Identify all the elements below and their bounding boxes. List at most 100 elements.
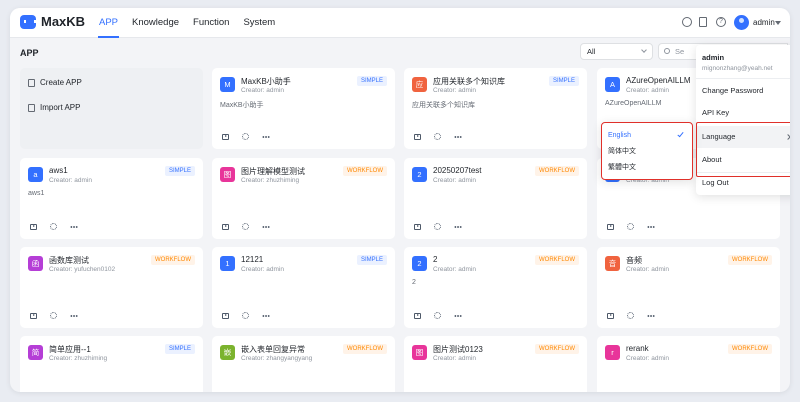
play-icon[interactable] <box>30 223 37 230</box>
app-card[interactable]: 嵌嵌入表单回复异常 Creator: zhangyangyang WORKFLOW <box>212 336 395 392</box>
nav-tab-system[interactable]: System <box>236 8 282 38</box>
more-icon[interactable] <box>454 314 462 317</box>
app-creator: Creator: zhuzhiming <box>241 177 300 184</box>
more-icon[interactable] <box>262 314 270 317</box>
about-item[interactable]: About <box>696 149 790 171</box>
settings-icon[interactable] <box>50 223 57 230</box>
language-option-english[interactable]: English <box>602 128 691 143</box>
app-creator: Creator: admin <box>433 87 476 94</box>
app-card[interactable]: r rerank Creator: admin WORKFLOW <box>597 336 780 392</box>
chevron-right-icon <box>785 134 790 140</box>
app-type-badge: WORKFLOW <box>343 166 387 176</box>
dropdown-user-name: admin <box>702 53 725 62</box>
help-icon[interactable]: ? <box>716 17 726 27</box>
app-card[interactable]: 音音频 Creator: admin WORKFLOW <box>597 247 780 328</box>
app-creator: Creator: admin <box>433 355 476 362</box>
settings-icon[interactable] <box>242 223 249 230</box>
language-submenu: English 简体中文 繁體中文 <box>601 122 693 180</box>
create-app-button[interactable]: Create APP <box>28 78 82 87</box>
logout-item[interactable]: Log Out <box>696 172 790 194</box>
app-type-badge: WORKFLOW <box>728 344 772 354</box>
more-icon[interactable] <box>70 314 78 317</box>
app-type-filter[interactable]: All <box>580 43 653 60</box>
app-actions <box>30 312 78 319</box>
settings-icon[interactable] <box>434 133 441 140</box>
play-icon[interactable] <box>222 223 229 230</box>
app-card[interactable]: 图图片理解模型测试 Creator: zhuzhiming WORKFLOW <box>212 158 395 239</box>
nav-tab-function[interactable]: Function <box>186 8 236 38</box>
user-avatar[interactable] <box>734 15 749 30</box>
more-icon[interactable] <box>70 225 78 228</box>
app-actions <box>414 312 462 319</box>
app-type-badge: WORKFLOW <box>151 255 195 265</box>
play-icon[interactable] <box>414 133 421 140</box>
import-icon <box>28 103 35 112</box>
app-creator: Creator: admin <box>626 355 669 362</box>
app-card[interactable]: 图图片测试0123 Creator: admin WORKFLOW <box>404 336 587 392</box>
user-caret-icon[interactable] <box>775 21 781 25</box>
app-card[interactable]: 2 20250207test Creator: admin WORKFLOW <box>404 158 587 239</box>
api-key-item[interactable]: API Key <box>696 102 790 124</box>
more-icon[interactable] <box>647 225 655 228</box>
language-option-traditional-chinese[interactable]: 繁體中文 <box>602 160 691 175</box>
play-icon[interactable] <box>414 223 421 230</box>
app-actions <box>607 223 655 230</box>
language-item[interactable]: Language <box>696 126 790 148</box>
github-icon[interactable] <box>682 17 692 27</box>
settings-icon[interactable] <box>50 312 57 319</box>
app-name: 函数库测试 <box>49 256 89 265</box>
search-icon <box>664 48 670 54</box>
app-avatar-icon: a <box>28 167 43 182</box>
app-card[interactable]: a aws1 Creator: admin SIMPLE aws1 <box>20 158 203 239</box>
app-name: 应用关联多个知识库 <box>433 77 505 86</box>
app-card[interactable]: 简简单应用--1 Creator: zhuzhiming SIMPLE <box>20 336 203 392</box>
app-card[interactable]: 函函数库测试 Creator: yufuchen0102 WORKFLOW <box>20 247 203 328</box>
app-creator: Creator: zhangyangyang <box>241 355 313 362</box>
app-card[interactable]: 应应用关联多个知识库 Creator: admin SIMPLE 应用关联多个知识库 <box>404 68 587 149</box>
settings-icon[interactable] <box>627 223 634 230</box>
app-type-badge: WORKFLOW <box>728 255 772 265</box>
app-actions <box>222 312 270 319</box>
import-app-label: Import APP <box>40 103 81 112</box>
app-creator: Creator: admin <box>241 266 284 273</box>
settings-icon[interactable] <box>242 133 249 140</box>
more-icon[interactable] <box>262 225 270 228</box>
app-type-badge: SIMPLE <box>164 166 195 176</box>
app-actions <box>414 223 462 230</box>
language-option-simplified-chinese[interactable]: 简体中文 <box>602 144 691 159</box>
app-avatar-icon: 应 <box>412 77 427 92</box>
nav-tab-app[interactable]: APP <box>92 8 125 38</box>
app-card[interactable]: 2 2 Creator: admin WORKFLOW 2 <box>404 247 587 328</box>
more-icon[interactable] <box>454 225 462 228</box>
nav-tab-knowledge[interactable]: Knowledge <box>125 8 186 38</box>
settings-icon[interactable] <box>242 312 249 319</box>
play-icon[interactable] <box>414 312 421 319</box>
play-icon[interactable] <box>222 312 229 319</box>
settings-icon[interactable] <box>434 312 441 319</box>
import-app-button[interactable]: Import APP <box>28 103 80 112</box>
document-icon[interactable] <box>699 17 707 27</box>
filter-value: All <box>587 47 596 56</box>
settings-icon[interactable] <box>627 312 634 319</box>
change-password-item[interactable]: Change Password <box>696 80 790 102</box>
app-description: MaxKB小助手 <box>220 102 264 109</box>
play-icon[interactable] <box>30 312 37 319</box>
play-icon[interactable] <box>607 312 614 319</box>
more-icon[interactable] <box>262 135 270 138</box>
play-icon[interactable] <box>222 133 229 140</box>
app-actions <box>222 133 270 140</box>
dropdown-divider <box>696 78 790 79</box>
user-name[interactable]: admin <box>753 18 775 27</box>
app-card[interactable]: 1 12121 Creator: admin SIMPLE <box>212 247 395 328</box>
play-icon[interactable] <box>607 223 614 230</box>
more-icon[interactable] <box>647 314 655 317</box>
app-type-badge: WORKFLOW <box>535 166 579 176</box>
dropdown-user-email: mignonzhang@yeah.net <box>702 65 773 72</box>
settings-icon[interactable] <box>434 223 441 230</box>
more-icon[interactable] <box>454 135 462 138</box>
user-dropdown-menu: admin mignonzhang@yeah.net Change Passwo… <box>696 45 790 195</box>
app-card[interactable]: M MaxKB小助手 Creator: admin SIMPLE MaxKB小助手 <box>212 68 395 149</box>
app-name: 20250207test <box>433 166 482 175</box>
language-item-label: Language <box>702 132 736 141</box>
search-placeholder: Se <box>675 47 685 56</box>
